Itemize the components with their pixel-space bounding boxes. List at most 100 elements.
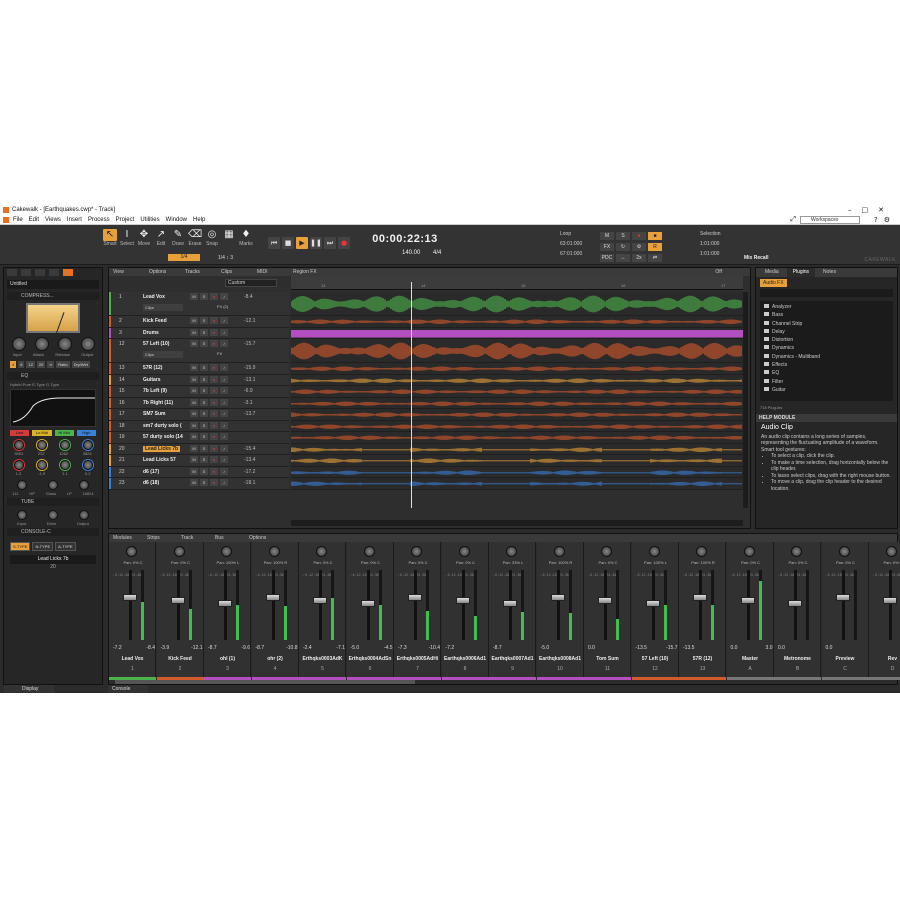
mute-button[interactable]: M xyxy=(190,317,198,324)
ratio-button[interactable]: 20 xyxy=(36,361,46,368)
lomid-gain-knob[interactable] xyxy=(36,460,47,470)
strip-name[interactable]: Erthqks0003AdK xyxy=(300,655,345,663)
mute-button[interactable]: M xyxy=(190,398,198,406)
input-knob[interactable] xyxy=(11,337,26,351)
help-icon[interactable]: ?⚙ xyxy=(874,215,896,225)
solo-button[interactable]: S xyxy=(200,364,208,371)
plugin-category-item[interactable]: EQ xyxy=(764,369,889,377)
solo-button[interactable]: S xyxy=(200,328,208,336)
mixer-strip[interactable]: Pan: 100% R - 6 -12 -18 -24 -36 -13.5 57R (… xyxy=(679,542,726,680)
selection-end[interactable]: 1:01:000 xyxy=(700,251,721,257)
mute-button[interactable]: M xyxy=(190,444,198,452)
solo-button[interactable]: S xyxy=(200,293,208,300)
mode-button[interactable]: FX xyxy=(600,243,614,251)
mixer-strip[interactable]: Pan: 0% C - 6 -12 -18 -24 -36 -7.2 -8.4 Lead… xyxy=(109,542,156,680)
track-volume[interactable]: -18.1 xyxy=(244,480,255,486)
track-lane[interactable] xyxy=(290,316,743,328)
tool-grid[interactable]: ▦ xyxy=(222,229,236,247)
plugin-category-item[interactable]: Bass xyxy=(764,311,889,319)
himid-gain-knob[interactable] xyxy=(59,460,70,470)
workspaces-dropdown[interactable]: Workspaces xyxy=(800,216,860,224)
track-name[interactable]: Lead Vox xyxy=(143,294,165,300)
pan-knob[interactable] xyxy=(506,546,517,557)
mute-button[interactable]: M xyxy=(190,364,198,371)
mute-button[interactable]: M xyxy=(190,340,198,347)
input-echo-button[interactable]: ♪ xyxy=(220,456,228,463)
arm-button[interactable]: ● xyxy=(210,456,218,463)
eq-type-options[interactable]: Hybrid Pure E-Type G-Type xyxy=(10,382,96,387)
track-lane[interactable] xyxy=(290,409,743,421)
menu-project[interactable]: Project xyxy=(116,215,135,225)
strip-name[interactable]: Earthqks0006Ad1 xyxy=(443,655,488,663)
output-knob[interactable] xyxy=(80,337,95,351)
track-lane[interactable] xyxy=(290,420,743,432)
now-time-cursor[interactable] xyxy=(411,282,412,508)
mixer-strip[interactable]: Pan: 100% L - 6 -12 -18 -24 -36 -13.5 -15.7… xyxy=(631,542,679,680)
mode-button[interactable]: M xyxy=(600,232,614,240)
arm-button[interactable]: ● xyxy=(210,364,218,371)
mode-button[interactable]: S xyxy=(616,232,630,240)
track-name[interactable]: Lead Licks 57 xyxy=(143,457,176,463)
plugin-category-item[interactable]: Delay xyxy=(764,328,889,336)
track-lane[interactable] xyxy=(291,327,743,339)
mute-button[interactable]: M xyxy=(190,293,198,300)
record-button[interactable]: ● xyxy=(338,237,350,249)
tube-output-knob[interactable] xyxy=(78,510,89,520)
solo-button[interactable]: S xyxy=(200,387,208,394)
mode-button[interactable]: ⇄ xyxy=(648,254,662,262)
track-lane[interactable] xyxy=(290,397,743,409)
marks-quantize[interactable]: 1/4 ↕ 3 xyxy=(218,255,233,261)
volume-fader[interactable] xyxy=(408,594,422,601)
strip-name[interactable]: Master xyxy=(728,655,773,663)
arm-button[interactable]: ● xyxy=(210,340,218,347)
volume-fader[interactable] xyxy=(123,594,137,601)
menu-views[interactable]: Views xyxy=(45,215,61,225)
menu-window[interactable]: Window xyxy=(166,215,187,225)
window-controls[interactable]: –□✕ xyxy=(848,205,894,215)
track-lane[interactable] xyxy=(290,339,743,363)
input-echo-button[interactable]: ♪ xyxy=(220,444,228,452)
tool-move[interactable]: ✥ Move xyxy=(137,229,151,247)
input-echo-button[interactable]: ♪ xyxy=(220,479,228,486)
pan-knob[interactable] xyxy=(411,546,422,557)
menu-utilities[interactable]: Utilities xyxy=(140,215,159,225)
eq-graph[interactable] xyxy=(10,389,96,427)
volume-fader[interactable] xyxy=(598,597,612,604)
vertical-scrollbar[interactable] xyxy=(743,292,748,508)
time-display[interactable]: 00:00:22:13 140.00 4/4 xyxy=(362,233,448,261)
arm-button[interactable]: ● xyxy=(210,375,218,383)
input-echo-button[interactable]: ♪ xyxy=(220,364,228,371)
low-freq-knob[interactable] xyxy=(13,440,24,450)
pan-knob[interactable] xyxy=(173,546,185,557)
tv-menu-clips[interactable]: Clips xyxy=(221,268,255,276)
strip-name[interactable]: Metronome xyxy=(775,655,820,663)
track-name[interactable]: Drums xyxy=(143,330,159,336)
lomid-freq-knob[interactable] xyxy=(36,440,47,450)
track-header[interactable]: 18 sm7 durty solo (M S ● ♪ xyxy=(109,420,289,432)
app-menu-icon[interactable] xyxy=(3,217,9,223)
solo-button[interactable]: S xyxy=(200,433,208,440)
strip-name[interactable]: Kick Feed xyxy=(158,655,203,663)
mixer-strip[interactable]: Pan: 100% R - 6 -12 -18 -24 -36 -8.7 -10.8 o… xyxy=(251,542,299,680)
strip-name[interactable]: Preview xyxy=(823,655,868,663)
compressor-header[interactable]: COMPRESS... xyxy=(7,292,99,300)
ratio-button[interactable]: 12 xyxy=(26,361,35,368)
console-type-button[interactable]: S-TYPE xyxy=(10,542,31,551)
volume-fader[interactable] xyxy=(740,597,755,604)
gloss-knob[interactable] xyxy=(47,480,58,490)
track-volume[interactable]: -13.4 xyxy=(244,457,255,463)
low-gain-knob[interactable] xyxy=(13,460,24,470)
loop-end[interactable]: 67:01:000 xyxy=(560,251,582,257)
pan-knob[interactable] xyxy=(458,546,470,557)
console-tab[interactable]: Console xyxy=(108,685,148,693)
volume-fader[interactable] xyxy=(265,594,280,601)
clips-dropdown[interactable]: Clips xyxy=(143,351,183,358)
eq-band-button[interactable]: Low xyxy=(10,430,30,436)
clips-dropdown[interactable]: Clips xyxy=(143,304,183,311)
mode-button[interactable]: ■ xyxy=(648,232,662,240)
menu-edit[interactable]: Edit xyxy=(29,215,39,225)
pan-knob[interactable] xyxy=(743,546,755,557)
tool-marks[interactable]: ♦ Marks xyxy=(239,229,253,247)
mixer-strip[interactable]: Pan: 0% C - 6 -12 -18 -24 -36 -7.3 -10.4 Ert… xyxy=(394,542,441,680)
volume-fader[interactable] xyxy=(503,600,517,607)
